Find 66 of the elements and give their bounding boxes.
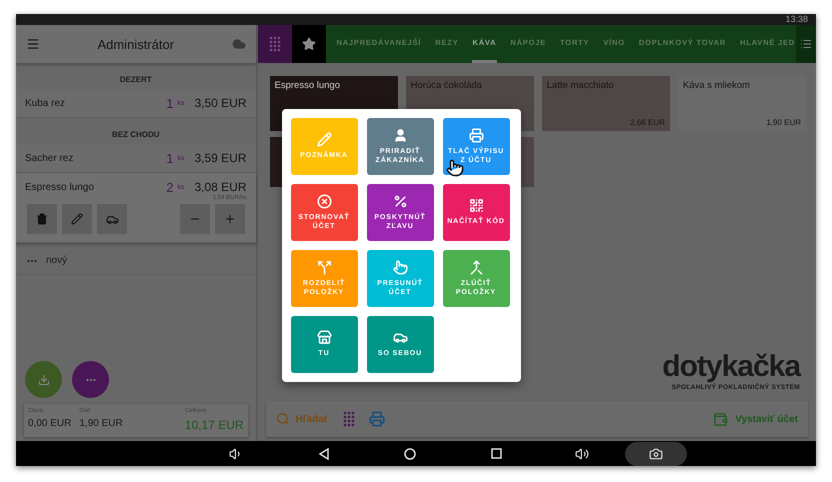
course-heading: BEZ CHODU: [110, 128, 161, 140]
favorites-button[interactable]: [292, 25, 326, 63]
product-price: 1,90 EUR: [765, 118, 801, 127]
product-name: Káva s mliekom: [682, 80, 751, 91]
takeaway-button[interactable]: [97, 204, 127, 234]
item-price: 3,08 EUR: [194, 180, 246, 194]
item-name: Espresso lungo: [25, 182, 95, 192]
item-price: 3,59 EUR: [194, 151, 246, 165]
printer-icon: [368, 411, 385, 427]
recents-icon: [490, 448, 502, 459]
item-price: 3,50 EUR: [194, 96, 246, 110]
more-fab[interactable]: [72, 361, 109, 398]
product-tile[interactable]: Káva s mliekom 1,90 EUR: [678, 76, 806, 131]
touch-icon: [392, 260, 408, 275]
pencil-icon: [71, 213, 83, 225]
wallet-icon: [713, 412, 728, 426]
item-name: Sacher rez: [25, 152, 74, 164]
print-button[interactable]: [368, 411, 385, 427]
percent-icon: [392, 194, 408, 209]
draft-order-row[interactable]: nový: [16, 247, 256, 275]
menu-icon[interactable]: [26, 37, 40, 51]
download-fab[interactable]: [25, 361, 62, 398]
qr-code-icon: [468, 198, 484, 214]
issue-receipt-button[interactable]: Vystaviť účet: [713, 412, 798, 426]
product-price: 2,66 EUR: [629, 118, 665, 127]
dialpad-icon: [268, 36, 280, 52]
product-tile[interactable]: Latte macchiato 2,66 EUR: [542, 76, 670, 131]
delete-button[interactable]: [27, 204, 57, 234]
merge-arrow-icon: [468, 260, 484, 275]
trash-icon: [36, 213, 48, 225]
search-icon: [276, 412, 290, 426]
printer-icon: [468, 128, 484, 143]
hand-cursor-icon: [446, 159, 464, 177]
logo-wordmark: dotykačka: [662, 352, 800, 382]
home-icon: [404, 448, 416, 460]
cloud-icon: [232, 37, 246, 51]
download-icon: [38, 374, 50, 386]
store-icon: [316, 330, 332, 346]
summary-value: 0,00 EUR: [28, 418, 72, 429]
item-quantity: 1: [166, 150, 174, 166]
clock-text: 13:38: [785, 15, 808, 24]
product-name: Espresso lungo: [274, 80, 341, 91]
item-quantity: 2: [166, 180, 174, 194]
course-heading: DEZERT: [118, 74, 153, 86]
list-view-button[interactable]: [796, 25, 816, 63]
back-icon: [318, 448, 330, 460]
keypad-button[interactable]: [342, 411, 355, 427]
item-name: Kuba rez: [25, 98, 66, 108]
split-arrow-icon: [316, 260, 332, 275]
speaker-icon: [575, 446, 589, 460]
person-icon: [392, 128, 408, 143]
product-name: Latte macchiato: [546, 80, 615, 91]
camera-icon: [649, 446, 663, 460]
pencil-icon: [316, 132, 332, 148]
cancel-circle-icon: [316, 194, 332, 209]
plus-icon: [224, 213, 236, 225]
edit-button[interactable]: [62, 204, 92, 234]
summary-value: 10,17 EUR: [184, 418, 244, 432]
summary-value: 1,90 EUR: [79, 418, 123, 429]
draft-label: nový: [46, 255, 68, 266]
user-title: Administrátor: [96, 36, 176, 52]
star-icon: [302, 37, 316, 51]
product-name: Horúca čokoláda: [410, 80, 483, 91]
dialpad-icon: [342, 411, 355, 427]
item-quantity: 1: [166, 96, 174, 110]
screenshot-button[interactable]: [625, 442, 687, 466]
